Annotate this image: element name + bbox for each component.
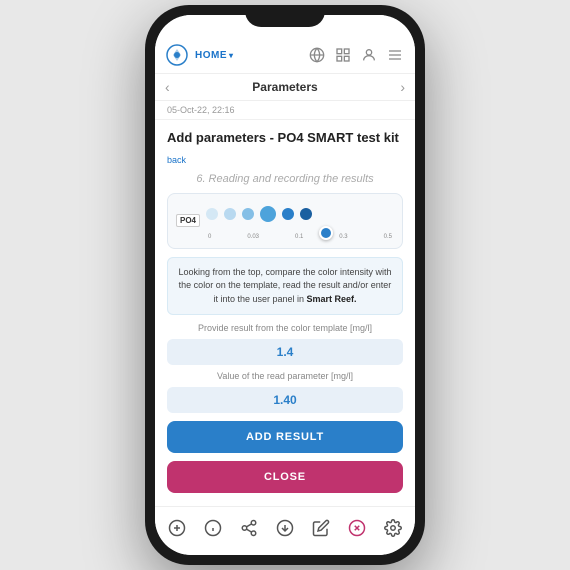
download-icon[interactable]: [272, 515, 298, 541]
color-chart: PO4 0 0.03: [167, 193, 403, 249]
logo-icon: [165, 43, 189, 67]
phone-notch: [245, 5, 325, 27]
edit-icon[interactable]: [308, 515, 334, 541]
field1-value[interactable]: 1.4: [167, 339, 403, 365]
description-text: Looking from the top, compare the color …: [178, 267, 391, 304]
field2-value[interactable]: 1.40: [167, 387, 403, 413]
page-title: Parameters: [252, 80, 317, 94]
date-bar: 05-Oct-22, 22:16: [155, 101, 415, 120]
color-dots-row: [206, 202, 394, 226]
color-dot-6: [300, 208, 312, 220]
info-icon[interactable]: [200, 515, 226, 541]
po4-label: PO4: [176, 214, 200, 227]
chevron-down-icon: ▾: [229, 51, 234, 60]
menu-icon[interactable]: [385, 45, 405, 65]
close-button[interactable]: CLOSE: [167, 461, 403, 493]
nav-icons-group: [307, 45, 405, 65]
add-params-title: Add parameters - PO4 SMART test kit: [167, 130, 403, 147]
color-dot-5: [282, 208, 294, 220]
settings-icon[interactable]: [380, 515, 406, 541]
x-circle-icon[interactable]: [344, 515, 370, 541]
date-label: 05-Oct-22, 22:16: [167, 105, 235, 115]
back-link[interactable]: back: [167, 155, 403, 165]
scale-indicator: [319, 226, 333, 240]
nav-home-button[interactable]: HOME ▾: [195, 50, 234, 61]
color-dot-1: [206, 208, 218, 220]
color-dot-2: [224, 208, 236, 220]
phone-frame: HOME ▾ ‹ Parameters ›: [145, 5, 425, 565]
description-box: Looking from the top, compare the color …: [167, 257, 403, 316]
field1-label: Provide result from the color template […: [167, 323, 403, 333]
field-group: Provide result from the color template […: [167, 323, 403, 413]
plus-icon[interactable]: [164, 515, 190, 541]
main-content: Add parameters - PO4 SMART test kit back…: [155, 120, 415, 506]
description-brand: Smart Reef.: [307, 294, 357, 304]
color-dot-3: [242, 208, 254, 220]
chart-vertical-label: PO4: [176, 214, 200, 227]
add-result-button[interactable]: ADD RESULT: [167, 421, 403, 453]
share-icon[interactable]: [236, 515, 262, 541]
scale-labels: 0 0.03 0.1 0.3 0.5: [206, 234, 394, 240]
back-arrow-icon[interactable]: ‹: [165, 79, 170, 95]
phone-screen: HOME ▾ ‹ Parameters ›: [155, 15, 415, 555]
globe-icon[interactable]: [307, 45, 327, 65]
home-label: HOME: [195, 50, 227, 61]
bottom-nav: [155, 506, 415, 555]
page-header: ‹ Parameters ›: [155, 74, 415, 101]
step-label: 6. Reading and recording the results: [167, 173, 403, 185]
forward-arrow-icon[interactable]: ›: [400, 79, 405, 95]
person-icon[interactable]: [359, 45, 379, 65]
field2-label: Value of the read parameter [mg/l]: [167, 371, 403, 381]
chart-content: 0 0.03 0.1 0.3 0.5: [206, 202, 394, 240]
color-dot-4-selected: [260, 206, 276, 222]
grid-icon[interactable]: [333, 45, 353, 65]
